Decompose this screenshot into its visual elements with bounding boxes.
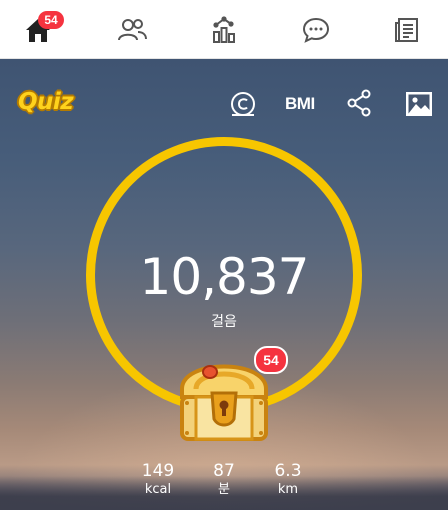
step-unit-label: 걸음 bbox=[211, 314, 237, 330]
calories-value: 149 bbox=[141, 461, 175, 481]
people-icon bbox=[118, 19, 147, 41]
coin-icon bbox=[231, 92, 255, 116]
chart-icon bbox=[213, 16, 235, 43]
minutes-value: 87 bbox=[213, 461, 235, 481]
stat-minutes: 87 분 bbox=[189, 461, 259, 499]
coin-button[interactable] bbox=[228, 89, 258, 119]
stat-calories: 149 kcal bbox=[123, 461, 193, 499]
bmi-button[interactable]: BMI bbox=[285, 94, 315, 114]
distance-unit: km bbox=[277, 482, 299, 497]
minutes-unit: 분 bbox=[218, 482, 230, 497]
calories-unit: kcal bbox=[144, 482, 172, 497]
nav-stats[interactable] bbox=[204, 10, 244, 50]
stat-distance: 6.3 km bbox=[253, 461, 323, 499]
step-count: 10,837 bbox=[139, 248, 310, 306]
share-icon bbox=[347, 89, 371, 117]
share-button[interactable] bbox=[346, 89, 372, 117]
newspaper-icon bbox=[395, 18, 418, 42]
chat-bubble-icon bbox=[302, 17, 330, 43]
chest-badge: 54 bbox=[254, 346, 288, 374]
step-dashboard: Quiz BMI 10,837 걸음 54 149 kcal 87 분 6.3 … bbox=[0, 59, 448, 510]
image-icon bbox=[406, 92, 432, 116]
nav-news[interactable] bbox=[388, 10, 428, 50]
nav-chat[interactable] bbox=[296, 10, 336, 50]
quiz-button[interactable]: Quiz bbox=[18, 89, 74, 115]
photo-button[interactable] bbox=[404, 89, 434, 119]
distance-value: 6.3 bbox=[274, 461, 302, 481]
top-navigation: 54 bbox=[0, 0, 448, 59]
nav-friends[interactable] bbox=[112, 10, 152, 50]
home-badge: 54 bbox=[38, 11, 64, 29]
